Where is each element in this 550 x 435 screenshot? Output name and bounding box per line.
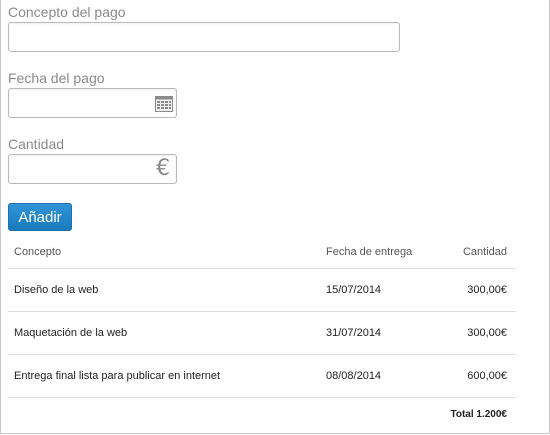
header-amount: Cantidad [442, 236, 516, 269]
total-amount: Total 1.200€ [450, 408, 507, 420]
header-concept: Concepto [8, 236, 320, 269]
concept-input[interactable] [8, 22, 400, 52]
row-concept: Diseño de la web [8, 268, 320, 312]
table-row: Diseño de la web 15/07/2014 300,00€ [8, 268, 516, 312]
date-label: Fecha del pago [8, 70, 105, 86]
euro-icon: € [156, 156, 170, 181]
row-date: 31/07/2014 [320, 311, 442, 355]
payments-table: Concepto Fecha de entrega Cantidad Diseñ… [8, 236, 516, 430]
row-amount: 300,00€ [442, 268, 516, 312]
amount-input[interactable] [8, 154, 177, 184]
row-concept: Entrega final lista para publicar en int… [8, 354, 320, 398]
concept-label: Concepto del pago [8, 4, 126, 20]
row-amount: 300,00€ [442, 311, 516, 355]
table-row: Maquetación de la web 31/07/2014 300,00€ [8, 311, 516, 355]
row-amount: 600,00€ [442, 354, 516, 398]
table-row: Entrega final lista para publicar en int… [8, 354, 516, 398]
row-concept: Maquetación de la web [8, 311, 320, 355]
add-button[interactable]: Añadir [8, 203, 72, 231]
total-row: Total 1.200€ [8, 398, 516, 431]
row-date: 08/08/2014 [320, 354, 442, 398]
date-input[interactable] [8, 88, 177, 118]
row-date: 15/07/2014 [320, 268, 442, 312]
table-header-row: Concepto Fecha de entrega Cantidad [8, 236, 516, 269]
header-date: Fecha de entrega [320, 236, 442, 269]
calendar-icon[interactable] [155, 96, 173, 112]
amount-label: Cantidad [8, 136, 65, 152]
